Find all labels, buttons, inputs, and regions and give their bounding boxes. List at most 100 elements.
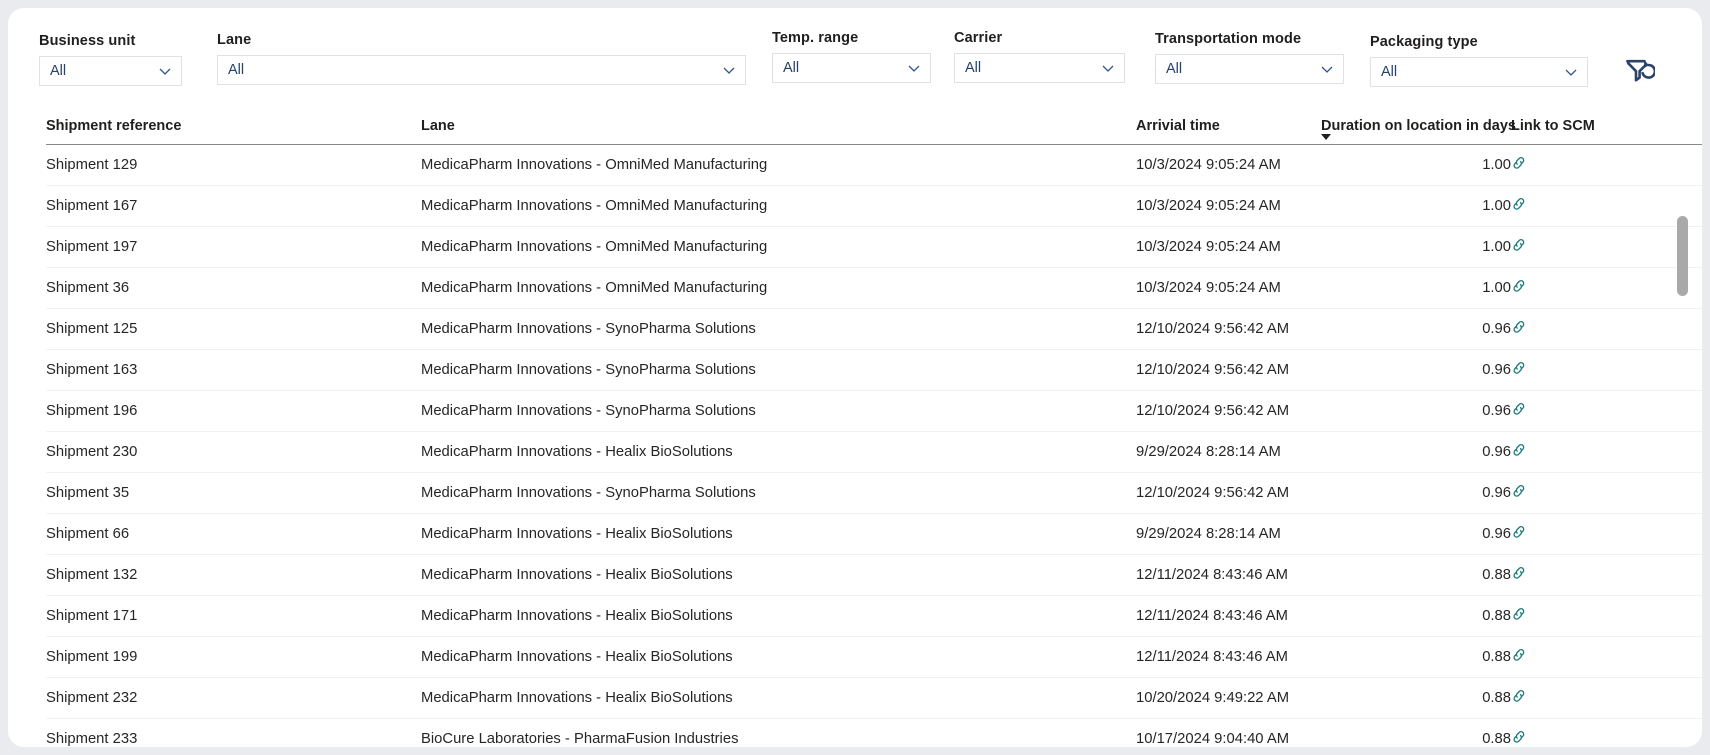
cell-lane: MedicaPharm Innovations - SynoPharma Sol… (421, 308, 1136, 350)
cell-shipment-reference: Shipment 125 (46, 308, 421, 350)
cell-arrival-time: 12/10/2024 9:56:42 AM (1136, 390, 1321, 432)
cell-link-to-scm[interactable] (1511, 636, 1702, 678)
chevron-down-icon (907, 61, 921, 75)
filter-transportation-mode-select[interactable]: All (1155, 54, 1344, 84)
cell-lane: MedicaPharm Innovations - SynoPharma Sol… (421, 390, 1136, 432)
cell-link-to-scm[interactable] (1511, 472, 1702, 514)
cell-link-to-scm[interactable] (1511, 144, 1702, 186)
cell-duration-days: 1.00 (1321, 226, 1511, 268)
cell-shipment-reference: Shipment 35 (46, 472, 421, 514)
cell-duration-days: 0.88 (1321, 636, 1511, 678)
filter-lane-select[interactable]: All (217, 55, 746, 85)
link-chain-icon[interactable] (1511, 155, 1527, 171)
filter-transportation-mode-label: Transportation mode (1155, 31, 1302, 47)
cell-link-to-scm[interactable] (1511, 595, 1702, 637)
filter-packaging-type-select[interactable]: All (1370, 57, 1588, 87)
table-row[interactable]: Shipment 163 MedicaPharm Innovations - Sy… (46, 349, 1702, 391)
link-chain-icon[interactable] (1511, 196, 1527, 212)
cell-shipment-reference: Shipment 129 (46, 144, 421, 186)
table-row[interactable]: Shipment 232 MedicaPharm Innovations - He… (46, 677, 1702, 719)
cell-arrival-time: 12/11/2024 8:43:46 AM (1136, 636, 1321, 678)
link-chain-icon[interactable] (1511, 606, 1527, 622)
cell-link-to-scm[interactable] (1511, 226, 1702, 268)
table-row[interactable]: Shipment 35 MedicaPharm Innovations - Syn… (46, 472, 1702, 514)
filter-transportation-mode: Transportation mode All (1155, 31, 1344, 84)
cell-lane: MedicaPharm Innovations - Healix BioSolu… (421, 513, 1136, 555)
column-header-shipment-reference[interactable]: Shipment reference (46, 100, 421, 145)
column-header-link-to-scm[interactable]: Link to SCM (1511, 100, 1702, 145)
sort-descending-icon (1321, 134, 1331, 140)
table-row[interactable]: Shipment 233 BioCure Laboratories - Pharm… (46, 718, 1702, 747)
cell-link-to-scm[interactable] (1511, 308, 1702, 350)
filter-temp-range-label: Temp. range (772, 30, 859, 46)
cell-link-to-scm[interactable] (1511, 349, 1702, 391)
cell-lane: MedicaPharm Innovations - OmniMed Manufa… (421, 226, 1136, 268)
filter-business-unit: Business unit All (39, 33, 182, 86)
table-header: Shipment reference Lane Arrivial time Du… (46, 100, 1702, 145)
column-header-lane[interactable]: Lane (421, 100, 1136, 145)
link-chain-icon[interactable] (1511, 278, 1527, 294)
cell-arrival-time: 9/29/2024 8:28:14 AM (1136, 513, 1321, 555)
cell-lane: MedicaPharm Innovations - OmniMed Manufa… (421, 267, 1136, 309)
cell-link-to-scm[interactable] (1511, 513, 1702, 555)
filter-temp-range-select[interactable]: All (772, 53, 931, 83)
filter-reset-icon (1625, 58, 1657, 91)
table-row[interactable]: Shipment 167 MedicaPharm Innovations - Om… (46, 185, 1702, 227)
vertical-scrollbar-track[interactable] (1677, 204, 1688, 727)
reset-filters-button[interactable] (1620, 56, 1660, 92)
cell-link-to-scm[interactable] (1511, 718, 1702, 747)
cell-link-to-scm[interactable] (1511, 431, 1702, 473)
filter-temp-range: Temp. range All (772, 30, 931, 83)
link-chain-icon[interactable] (1511, 237, 1527, 253)
cell-arrival-time: 12/11/2024 8:43:46 AM (1136, 595, 1321, 637)
column-header-arrival-time[interactable]: Arrivial time (1136, 100, 1321, 145)
link-chain-icon[interactable] (1511, 360, 1527, 376)
table-row[interactable]: Shipment 129 MedicaPharm Innovations - Om… (46, 144, 1702, 186)
filter-packaging-type: Packaging type All (1370, 34, 1588, 87)
filter-business-unit-select[interactable]: All (39, 56, 182, 86)
table-row[interactable]: Shipment 36 MedicaPharm Innovations - Omn… (46, 267, 1702, 309)
cell-duration-days: 1.00 (1321, 267, 1511, 309)
table-row[interactable]: Shipment 196 MedicaPharm Innovations - Sy… (46, 390, 1702, 432)
cell-shipment-reference: Shipment 230 (46, 431, 421, 473)
table-row[interactable]: Shipment 230 MedicaPharm Innovations - He… (46, 431, 1702, 473)
table-row[interactable]: Shipment 197 MedicaPharm Innovations - Om… (46, 226, 1702, 268)
link-chain-icon[interactable] (1511, 565, 1527, 581)
link-chain-icon[interactable] (1511, 442, 1527, 458)
cell-arrival-time: 9/29/2024 8:28:14 AM (1136, 431, 1321, 473)
filter-carrier-select[interactable]: All (954, 53, 1125, 83)
cell-lane: MedicaPharm Innovations - OmniMed Manufa… (421, 185, 1136, 227)
table-row[interactable]: Shipment 199 MedicaPharm Innovations - He… (46, 636, 1702, 678)
link-chain-icon[interactable] (1511, 647, 1527, 663)
filter-carrier-value: All (965, 60, 982, 76)
cell-duration-days: 0.96 (1321, 349, 1511, 391)
link-chain-icon[interactable] (1511, 729, 1527, 745)
table-row[interactable]: Shipment 171 MedicaPharm Innovations - He… (46, 595, 1702, 637)
column-header-duration-on-location[interactable]: Duration on location in days (1321, 100, 1516, 145)
table-row[interactable]: Shipment 66 MedicaPharm Innovations - Hea… (46, 513, 1702, 555)
link-chain-icon[interactable] (1511, 688, 1527, 704)
cell-link-to-scm[interactable] (1511, 554, 1702, 596)
table-row[interactable]: Shipment 125 MedicaPharm Innovations - Sy… (46, 308, 1702, 350)
link-chain-icon[interactable] (1511, 524, 1527, 540)
table-row[interactable]: Shipment 132 MedicaPharm Innovations - He… (46, 554, 1702, 596)
filter-business-unit-label: Business unit (39, 33, 136, 49)
vertical-scrollbar-thumb[interactable] (1677, 216, 1688, 296)
cell-duration-days: 0.88 (1321, 554, 1511, 596)
cell-duration-days: 0.88 (1321, 595, 1511, 637)
link-chain-icon[interactable] (1511, 401, 1527, 417)
cell-link-to-scm[interactable] (1511, 267, 1702, 309)
cell-duration-days: 1.00 (1321, 185, 1511, 227)
chevron-down-icon (158, 64, 172, 78)
cell-lane: MedicaPharm Innovations - Healix BioSolu… (421, 595, 1136, 637)
cell-link-to-scm[interactable] (1511, 390, 1702, 432)
link-chain-icon[interactable] (1511, 319, 1527, 335)
cell-lane: MedicaPharm Innovations - Healix BioSolu… (421, 554, 1136, 596)
table-header-row: Shipment reference Lane Arrivial time Du… (46, 100, 1702, 145)
link-chain-icon[interactable] (1511, 483, 1527, 499)
cell-link-to-scm[interactable] (1511, 185, 1702, 227)
filter-lane-value: All (228, 62, 245, 78)
filter-transportation-mode-value: All (1166, 61, 1183, 77)
cell-link-to-scm[interactable] (1511, 677, 1702, 719)
filter-lane-label: Lane (217, 32, 252, 48)
